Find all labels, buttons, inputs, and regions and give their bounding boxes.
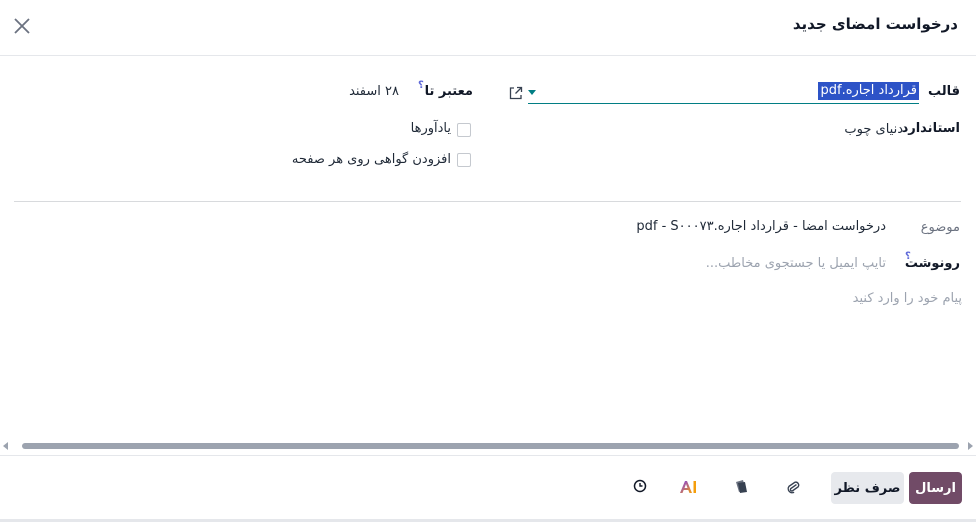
cc-label: رونوشت: [904, 256, 960, 271]
dialog-title: درخواست امضای جدید: [792, 15, 958, 33]
valid-until-value[interactable]: ۲۸ اسفند: [349, 84, 399, 99]
divider: [14, 201, 961, 202]
scroll-thumb[interactable]: [22, 443, 959, 449]
send-button[interactable]: ارسال: [909, 472, 962, 504]
reminders-label: یادآورها: [410, 121, 451, 136]
tag-label: استاندارد: [901, 121, 960, 136]
tag-value[interactable]: دنیای چوب: [844, 122, 903, 137]
reminders-checkbox[interactable]: [457, 123, 471, 137]
discard-button[interactable]: صرف نظر: [831, 472, 904, 504]
subject-value[interactable]: درخواست امضا - قرارداد اجاره.pdf - S۰۰۰۷…: [636, 219, 886, 234]
message-body[interactable]: پیام خود را وارد کنید: [853, 291, 962, 306]
scroll-right-icon[interactable]: [968, 442, 973, 450]
scroll-left-icon[interactable]: [3, 442, 8, 450]
external-link-icon[interactable]: [508, 85, 524, 101]
paperclip-icon[interactable]: [783, 477, 803, 497]
dialog-header: درخواست امضای جدید: [0, 0, 976, 56]
cc-help-icon[interactable]: ؟: [905, 251, 911, 262]
clock-icon[interactable]: [630, 476, 650, 496]
valid-until-label: معتبر تا: [424, 84, 473, 99]
certificate-checkbox[interactable]: [457, 153, 471, 167]
ai-icon[interactable]: [678, 477, 700, 497]
template-label: قالب: [927, 84, 960, 99]
chevron-down-icon[interactable]: [528, 90, 536, 95]
close-icon[interactable]: [10, 14, 34, 38]
subject-label: موضوع: [920, 220, 960, 235]
template-value[interactable]: قرارداد اجاره.pdf: [818, 82, 919, 100]
cc-input[interactable]: تایپ ایمیل یا جستجوی مخاطب...: [706, 256, 886, 271]
horizontal-scrollbar[interactable]: [0, 439, 976, 453]
certificate-label: افزودن گواهی روی هر صفحه: [291, 152, 451, 167]
footer-divider: [0, 455, 976, 456]
templates-icon[interactable]: [731, 477, 751, 497]
template-field[interactable]: قرارداد اجاره.pdf: [528, 80, 919, 104]
valid-until-help-icon[interactable]: ؟: [418, 80, 424, 91]
